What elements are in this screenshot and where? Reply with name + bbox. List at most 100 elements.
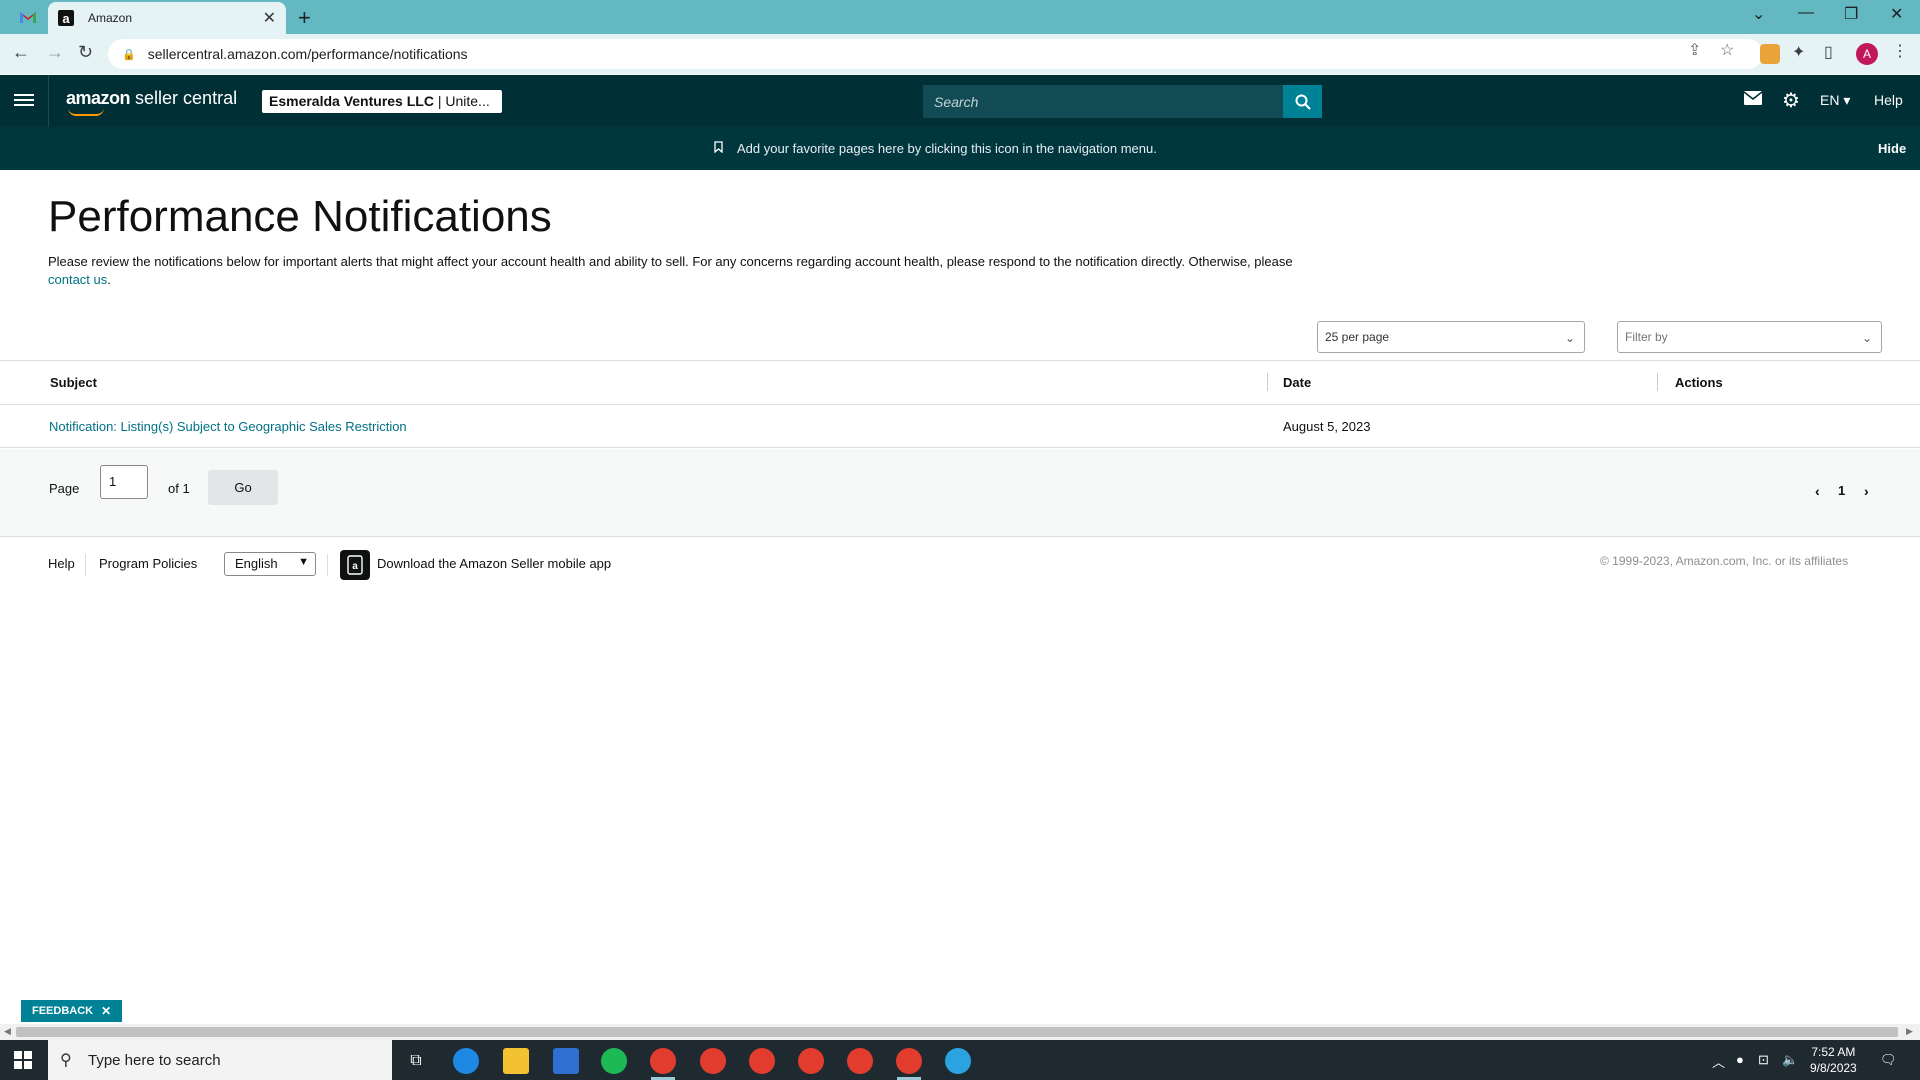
minimize-icon[interactable]: —	[1798, 4, 1814, 22]
notification-subject-link[interactable]: Notification: Listing(s) Subject to Geog…	[49, 419, 407, 434]
chrome-icon[interactable]	[650, 1048, 676, 1074]
network-icon[interactable]: ⊡	[1758, 1052, 1769, 1068]
logo-brand: amazon	[66, 88, 131, 108]
scrollbar-thumb[interactable]	[16, 1027, 1898, 1037]
telegram-icon[interactable]	[945, 1048, 971, 1074]
seller-app-icon[interactable]: a	[340, 550, 370, 580]
column-subject[interactable]: Subject	[50, 375, 97, 390]
page-number-input[interactable]: 1	[100, 465, 148, 499]
scroll-right-icon[interactable]: ▶	[1906, 1026, 1913, 1037]
taskbar-search-placeholder: Type here to search	[88, 1051, 221, 1069]
tab-amazon[interactable]: a Amazon ✕	[48, 2, 286, 34]
close-window-icon[interactable]: ✕	[1890, 4, 1903, 24]
spotify-icon[interactable]	[601, 1048, 627, 1074]
feedback-label: FEEDBACK	[32, 1005, 94, 1017]
extension-icon[interactable]	[1760, 44, 1780, 64]
clock-time: 7:52 AM	[1811, 1045, 1856, 1059]
hide-favorites-link[interactable]: Hide	[1878, 141, 1906, 156]
table-row: Notification: Listing(s) Subject to Geog…	[0, 405, 1920, 448]
table-header: Subject Date Actions	[0, 361, 1920, 405]
chrome-profile-icon[interactable]	[700, 1048, 726, 1074]
favorites-text: Add your favorite pages here by clicking…	[737, 141, 1157, 156]
url-text: sellercentral.amazon.com/performance/not…	[147, 46, 468, 62]
per-page-select[interactable]: 25 per page ⌄	[1317, 321, 1585, 353]
extensions-puzzle-icon[interactable]: ✦	[1792, 42, 1805, 62]
current-page-number[interactable]: 1	[1838, 483, 1845, 498]
share-icon[interactable]: ⇪	[1688, 40, 1701, 60]
chevron-down-icon: ▾	[1843, 92, 1851, 108]
search-icon: ⚲	[60, 1052, 72, 1069]
account-switcher[interactable]: Esmeralda Ventures LLC | Unite...	[262, 90, 502, 113]
microphone-icon[interactable]: ●	[1736, 1052, 1744, 1067]
reload-icon[interactable]: ↻	[78, 42, 93, 63]
gmail-tab-icon[interactable]	[14, 7, 42, 27]
go-button[interactable]: Go	[208, 470, 278, 505]
notifications-table: Subject Date Actions Notification: Listi…	[0, 360, 1920, 448]
description-end: .	[107, 272, 111, 287]
feedback-button[interactable]: FEEDBACK ✕	[21, 1000, 123, 1022]
page-label: Page	[49, 481, 80, 496]
pagination-bar: Page 1 of 1 Go ‹ 1 ›	[0, 449, 1920, 537]
help-link[interactable]: Help	[1874, 92, 1903, 108]
footer-help-link[interactable]: Help	[48, 556, 75, 571]
profile-avatar[interactable]: A	[1856, 43, 1878, 65]
gear-icon[interactable]: ⚙	[1782, 88, 1800, 113]
notification-icon[interactable]: 🗨	[1880, 1052, 1897, 1068]
next-page-icon[interactable]: ›	[1864, 483, 1869, 499]
task-view-icon[interactable]: ⧉	[403, 1048, 429, 1074]
search-button[interactable]	[1283, 85, 1322, 118]
volume-icon[interactable]: 🔈	[1782, 1052, 1798, 1068]
app-download-link[interactable]: Download the Amazon Seller mobile app	[377, 556, 611, 571]
column-divider	[1267, 373, 1268, 391]
previous-page-icon[interactable]: ‹	[1815, 483, 1820, 499]
header-divider	[48, 75, 49, 127]
menu-icon[interactable]	[14, 91, 34, 111]
column-date[interactable]: Date	[1283, 375, 1311, 390]
chrome-profile-icon[interactable]	[896, 1048, 922, 1074]
description-text: Please review the notifications below fo…	[48, 254, 1293, 269]
filter-select[interactable]: Filter by ⌄	[1617, 321, 1882, 353]
scroll-left-icon[interactable]: ◀	[4, 1026, 11, 1037]
side-panel-icon[interactable]: ▯	[1824, 42, 1833, 62]
mail-icon[interactable]	[1743, 91, 1763, 110]
footer-language-select[interactable]: English ▼	[224, 552, 316, 576]
store-icon[interactable]	[553, 1048, 579, 1074]
account-region: | Unite...	[433, 93, 490, 109]
taskbar-search-input[interactable]: ⚲ Type here to search	[48, 1040, 392, 1080]
contact-us-link[interactable]: contact us	[48, 272, 107, 287]
bookmark-star-icon[interactable]: ☆	[1720, 40, 1734, 60]
favorites-message: Add your favorite pages here by clicking…	[714, 141, 1157, 156]
lock-icon: 🔒	[122, 48, 136, 61]
program-policies-link[interactable]: Program Policies	[99, 556, 197, 571]
chevron-down-icon: ⌄	[1861, 331, 1872, 345]
search-input[interactable]: Search	[923, 85, 1283, 118]
tab-close-icon[interactable]: ✕	[263, 8, 276, 28]
edge-icon[interactable]	[453, 1048, 479, 1074]
favorites-bar: Add your favorite pages here by clicking…	[0, 127, 1920, 170]
search-icon	[1295, 94, 1311, 110]
windows-start-icon[interactable]	[14, 1051, 32, 1069]
filter-placeholder: Filter by	[1625, 330, 1668, 344]
new-tab-icon[interactable]: +	[298, 5, 311, 31]
tray-chevron-icon[interactable]: ︿	[1712, 1052, 1725, 1071]
chrome-profile-icon[interactable]	[749, 1048, 775, 1074]
copyright: © 1999-2023, Amazon.com, Inc. or its aff…	[1600, 554, 1849, 568]
taskbar-clock[interactable]: 7:52 AM 9/8/2023	[1810, 1044, 1857, 1076]
close-icon[interactable]: ✕	[101, 1004, 111, 1018]
account-name: Esmeralda Ventures LLC	[269, 93, 434, 109]
horizontal-scrollbar[interactable]: ◀ ▶	[0, 1024, 1920, 1040]
restore-icon[interactable]: ❐	[1844, 4, 1858, 24]
back-icon[interactable]: ←	[12, 42, 30, 63]
seller-central-logo[interactable]: amazon seller central	[66, 88, 237, 109]
chrome-profile-icon[interactable]	[798, 1048, 824, 1074]
language-selector[interactable]: EN ▾	[1820, 92, 1850, 109]
file-explorer-icon[interactable]	[503, 1048, 529, 1074]
chevron-down-icon: ▼	[298, 556, 309, 568]
address-bar[interactable]: 🔒 sellercentral.amazon.com/performance/n…	[108, 39, 1763, 69]
column-actions: Actions	[1675, 375, 1723, 390]
tab-search-icon[interactable]: ⌄	[1752, 4, 1765, 24]
chrome-profile-icon[interactable]	[847, 1048, 873, 1074]
chrome-menu-icon[interactable]: ⋮	[1892, 41, 1908, 61]
forward-icon[interactable]: →	[46, 42, 64, 63]
footer-language-value: English	[235, 556, 278, 571]
